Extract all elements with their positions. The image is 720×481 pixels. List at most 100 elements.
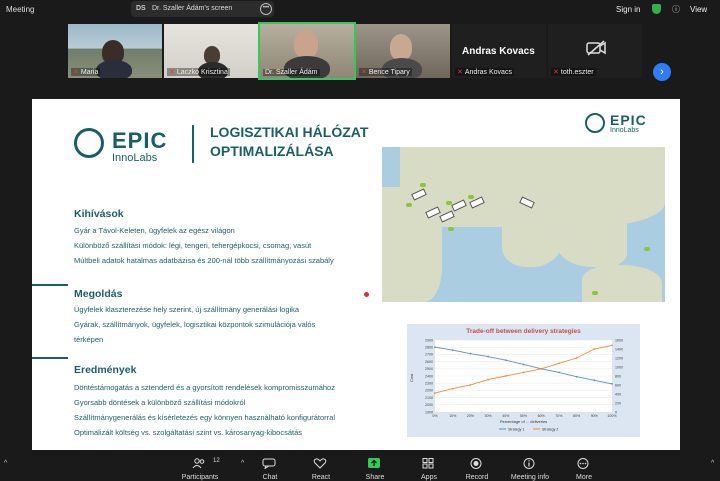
next-participants-button[interactable]: ›: [653, 63, 671, 81]
tradeoff-chart-svg: Trade-off between delivery strategies Co…: [409, 328, 623, 431]
chart-x-axis-label: Percentage of ... deliveries: [500, 419, 547, 424]
caret-up-icon[interactable]: ^: [711, 460, 714, 467]
muted-mic-icon: ✕: [169, 69, 175, 76]
section-text: Múltbeli adatok hatalmas adatbázisa és 2…: [74, 256, 334, 265]
camera-off-icon: [586, 40, 606, 56]
participant-strip: ✕ Maria ✕ Laczko Krisztina Dr. Szaller Ádá…: [0, 22, 720, 81]
caret-up-icon[interactable]: ^: [4, 460, 7, 467]
chart-data-point: [434, 346, 436, 349]
participant-count: 12: [213, 458, 220, 464]
chart-y-tick-label: 2500: [425, 367, 433, 371]
chart-y2-tick-label: 200: [615, 401, 621, 405]
chat-icon: [262, 458, 276, 469]
chart-y2-tick-label: 400: [615, 392, 621, 396]
chart-x-tick-label: 70%: [555, 414, 563, 418]
participant-tile[interactable]: ✕ Laczko Krisztina: [164, 24, 258, 78]
meeting-info-button[interactable]: Meeting info: [510, 456, 550, 481]
info-icon: [523, 458, 535, 469]
share-icon: [368, 458, 380, 468]
location-marker-icon: [468, 195, 474, 199]
muted-mic-icon: ✕: [553, 69, 559, 76]
logistics-map: [382, 147, 665, 302]
participants-button[interactable]: 12 Participants: [180, 456, 220, 481]
info-icon[interactable]: ⓘ: [672, 4, 680, 15]
chart-data-point: [558, 371, 560, 374]
chart-data-point: [611, 383, 613, 385]
epic-logo: EPIC InnoLabs: [74, 126, 174, 170]
chart-x-tick-label: 10%: [449, 414, 457, 418]
caret-up-icon[interactable]: ^: [241, 460, 244, 467]
muted-mic-icon: ✕: [457, 69, 463, 76]
security-shield-icon[interactable]: [652, 4, 661, 14]
logo-main-text: EPIC: [112, 128, 168, 153]
chart-y-tick-label: 2400: [425, 374, 433, 378]
slide-title: LOGISZTIKAI HÁLÓZAT OPTIMALIZÁLÁSA: [210, 123, 410, 161]
chart-x-tick-label: 30%: [484, 414, 492, 418]
chevron-right-icon: ›: [660, 66, 664, 78]
react-button[interactable]: React: [301, 456, 341, 481]
laser-pointer-dot: [364, 292, 369, 297]
chart-data-point: [558, 362, 560, 365]
sign-in-link[interactable]: Sign in: [616, 5, 640, 14]
chart-y-tick-label: 2600: [425, 360, 433, 364]
chart-y-tick-label: 2200: [425, 389, 433, 393]
section-text: Szállítmánygenerálás és kísérletezés egy…: [74, 413, 335, 422]
location-marker-icon: [448, 227, 454, 231]
participant-body: [96, 60, 132, 78]
epic-logo-small: EPIC InnoLabs: [585, 112, 655, 136]
react-icon: [313, 458, 327, 469]
chart-x-tick-label: 100%: [607, 414, 617, 418]
title-divider: [192, 125, 194, 163]
chart-y-tick-label: 2700: [425, 353, 433, 357]
epic-logo-mark-icon: [74, 128, 104, 158]
location-marker-icon: [406, 203, 412, 207]
share-label: Dr. Szaller Ádám's screen: [152, 5, 233, 12]
participant-tile[interactable]: Andras Kovacs ✕ Andras Kovacs: [452, 24, 546, 78]
meeting-toolbar: ^ 12 Participants ^ Chat React Share App…: [0, 452, 720, 481]
participant-tile[interactable]: ✕ Bence Tipary: [356, 24, 450, 78]
chart-data-point: [504, 375, 507, 377]
participant-avatar: [390, 34, 412, 60]
chart-data-point: [487, 378, 489, 381]
chart-data-point: [469, 384, 472, 386]
section-text: Döntéstámogatás a sztenderd és a gyorsít…: [74, 383, 335, 392]
chart-data-point: [593, 348, 596, 350]
chart-legend-label: Strategy 2: [542, 427, 558, 431]
share-button[interactable]: Share: [355, 456, 395, 481]
apps-icon: [422, 458, 434, 469]
chart-data-point: [522, 371, 525, 374]
participant-tile[interactable]: ✕ toth.eszter: [548, 24, 642, 78]
chart-y2-tick-label: 800: [615, 374, 621, 378]
share-more-icon[interactable]: •••: [260, 3, 272, 15]
more-button[interactable]: More: [564, 456, 604, 481]
section-text: Gyárak, szállítmányok, ügyfelek, logiszt…: [74, 320, 316, 329]
chart-y2-tick-label: 1200: [615, 356, 623, 360]
chart-y-axis-label: Cost: [409, 373, 414, 382]
chart-y-tick-label: 2800: [425, 346, 433, 350]
chart-y-tick-label: 2000: [425, 403, 433, 407]
map-land-australia: [582, 265, 662, 302]
chart-y2-tick-label: 1000: [615, 365, 623, 369]
view-button[interactable]: View: [690, 5, 707, 14]
location-marker-icon: [446, 201, 452, 205]
chart-data-point: [451, 387, 454, 390]
chart-data-point: [487, 355, 489, 358]
chart-title: Trade-off between delivery strategies: [466, 328, 581, 335]
chart-data-point: [540, 367, 543, 370]
logo-sub-text: InnoLabs: [610, 127, 639, 134]
participant-display-name: Andras Kovacs: [462, 46, 535, 57]
record-button[interactable]: Record: [457, 456, 497, 481]
more-icon: [577, 458, 589, 469]
chart-y2-tick-label: 600: [615, 383, 621, 387]
chart-data-point: [575, 357, 578, 359]
apps-button[interactable]: Apps: [409, 456, 449, 481]
chart-y2-tick-label: 1600: [615, 338, 623, 342]
logo-main-text: EPIC: [610, 112, 647, 128]
participant-tile[interactable]: ✕ Maria: [68, 24, 162, 78]
chart-y2-tick-label: 1400: [615, 347, 623, 351]
chart-data-point: [451, 349, 454, 351]
participant-tile-active-speaker[interactable]: Dr. Szaller Ádám: [258, 22, 356, 80]
chat-button[interactable]: Chat: [250, 456, 290, 481]
section-text: Optimalizált költség vs. szolgáltatási s…: [74, 428, 303, 437]
screen-share-indicator[interactable]: DS Dr. Szaller Ádám's screen •••: [131, 1, 274, 17]
